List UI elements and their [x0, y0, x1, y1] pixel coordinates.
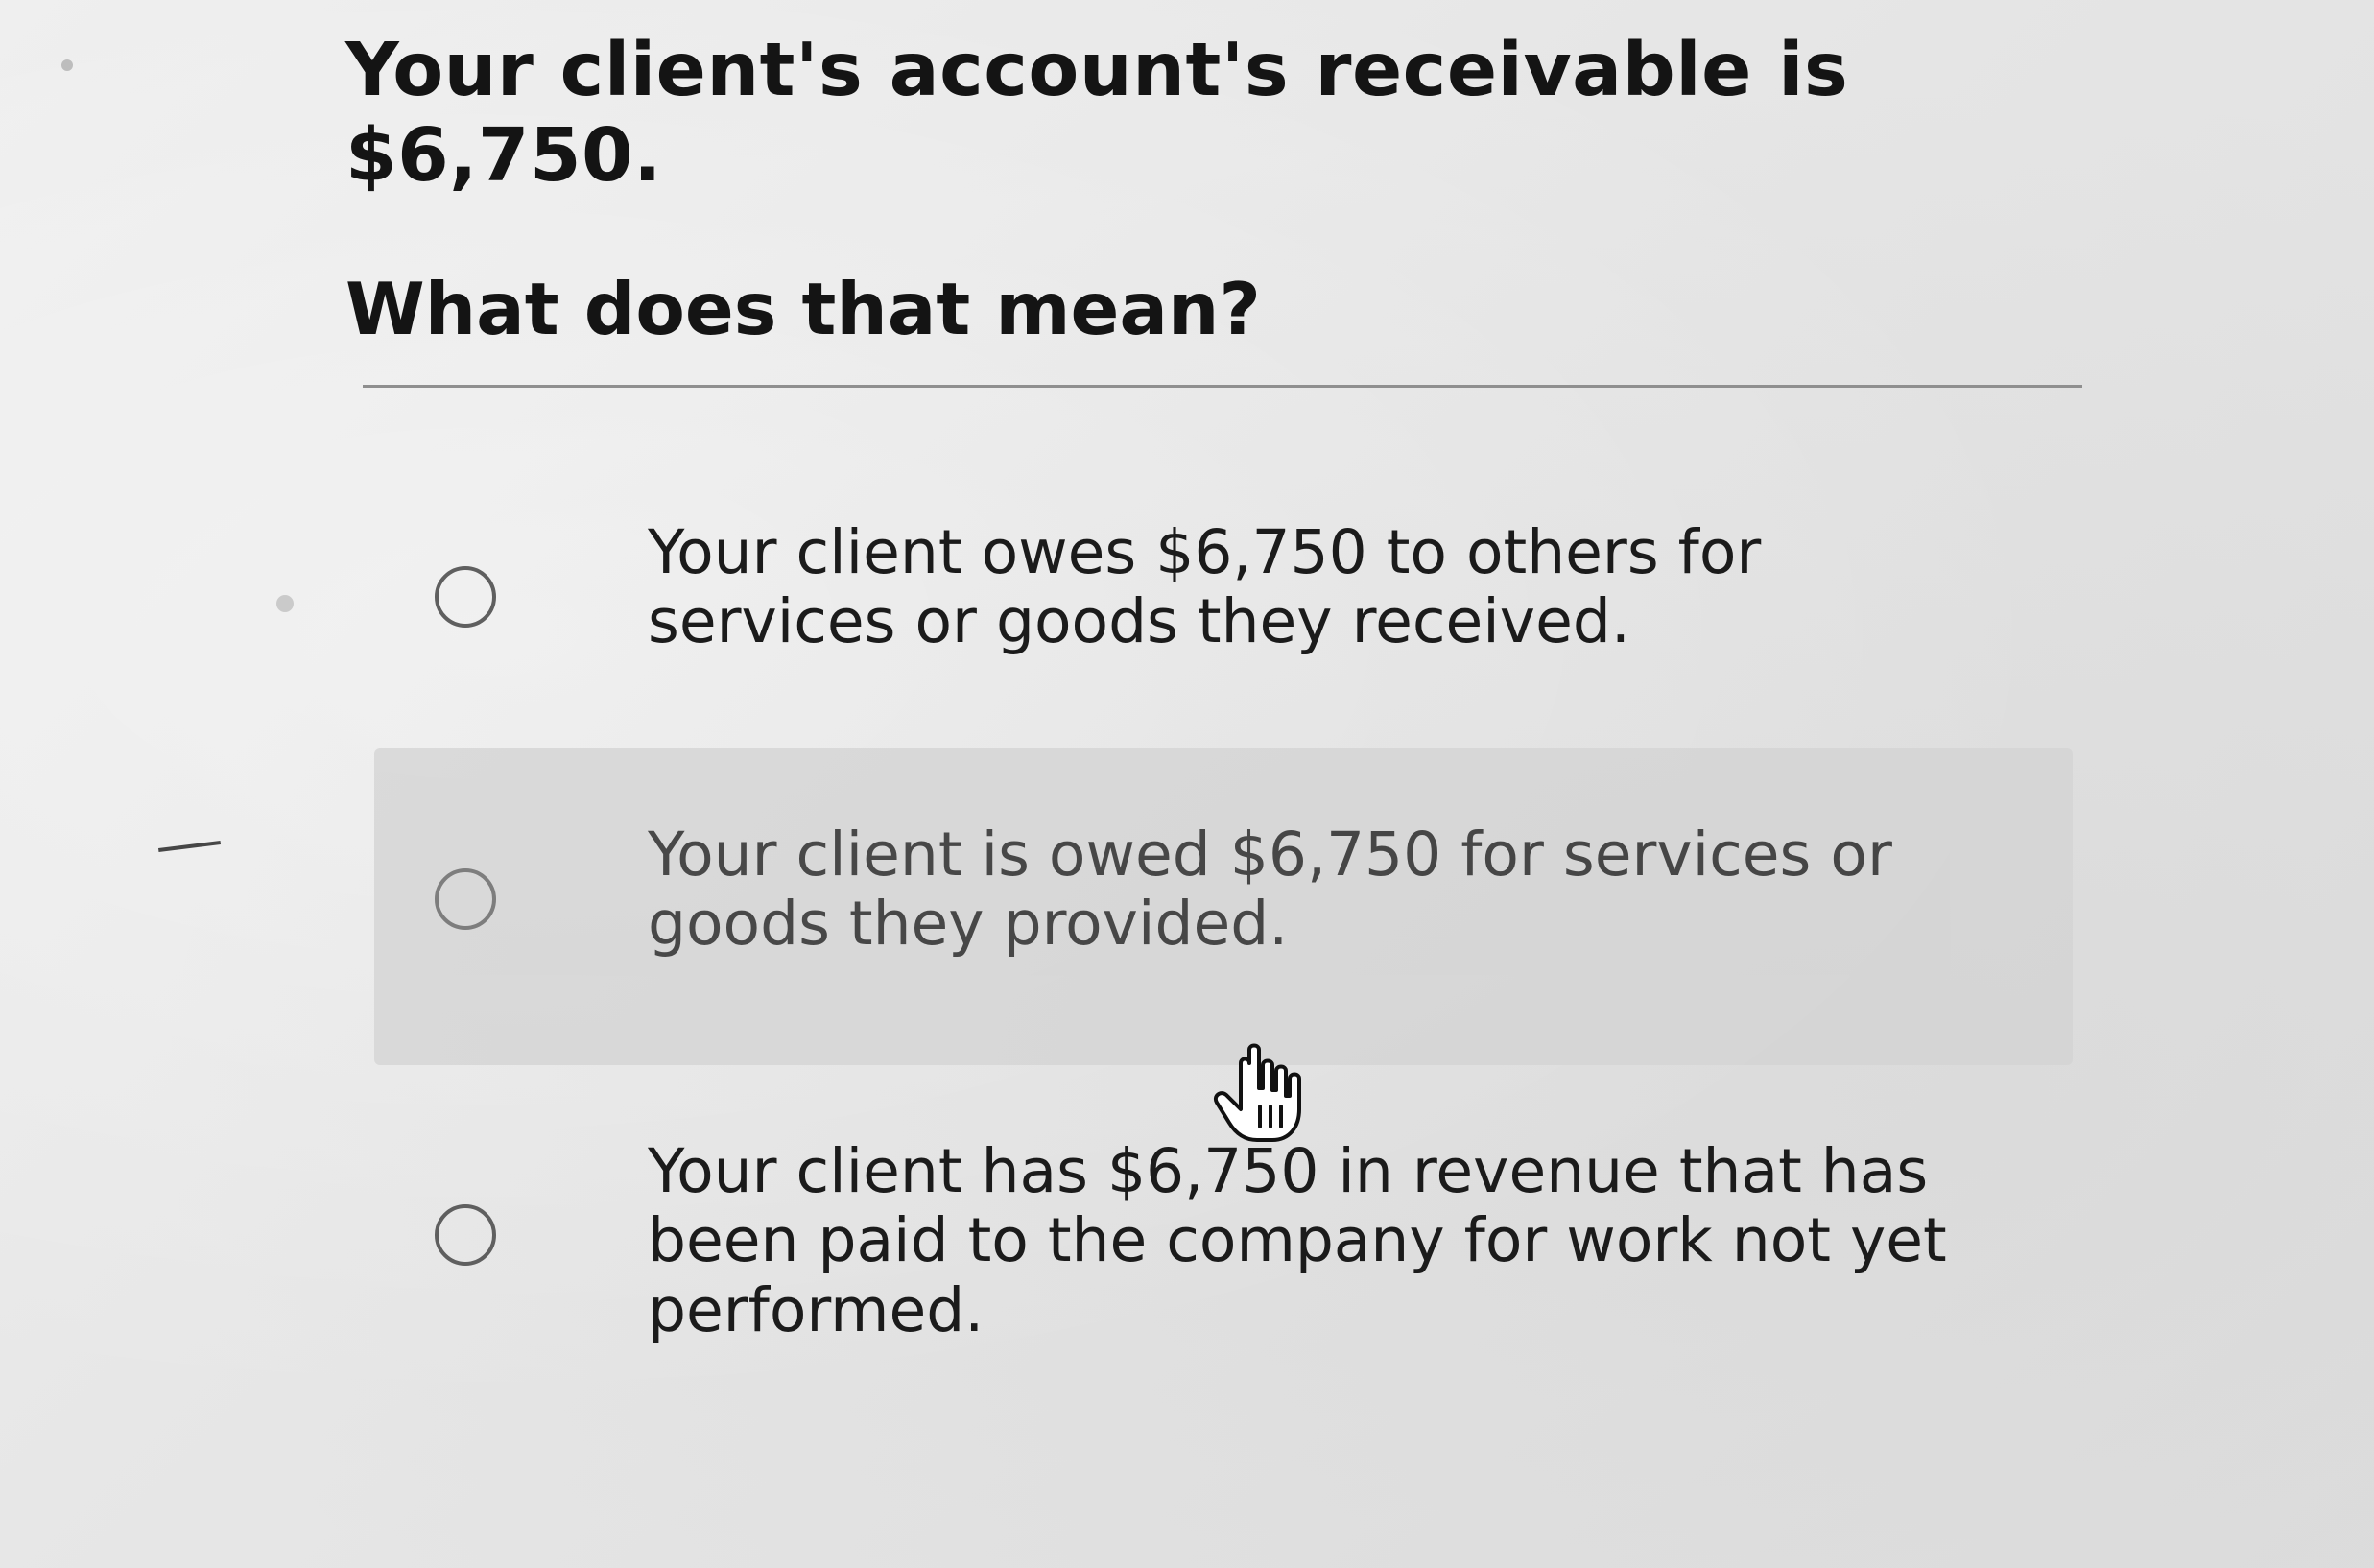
answer-option-text: Your client has $6,750 in revenue that h… [648, 1136, 1947, 1345]
question-title: Your client's account's receivable is $6… [345, 28, 1849, 199]
answer-option[interactable]: Your client owes $6,750 to others for se… [374, 461, 2073, 777]
screen-spot [61, 59, 73, 71]
screen-smudge [157, 841, 222, 852]
radio-button[interactable] [435, 868, 496, 930]
screen-spot [276, 595, 294, 612]
answer-option-text: Your client owes $6,750 to others for se… [648, 517, 1762, 657]
hand-pointer-icon [1214, 1043, 1301, 1142]
question-block: Your client's account's receivable is $6… [345, 28, 2169, 352]
question-subtitle: What does that mean? [345, 267, 1261, 352]
answer-option[interactable]: Your client is owed $6,750 for services … [374, 748, 2073, 1065]
radio-button[interactable] [435, 1204, 496, 1266]
question-divider [363, 385, 2082, 388]
radio-button[interactable] [435, 566, 496, 628]
answer-option-text: Your client is owed $6,750 for services … [648, 820, 1892, 960]
quiz-screen: Your client's account's receivable is $6… [0, 0, 2374, 1568]
